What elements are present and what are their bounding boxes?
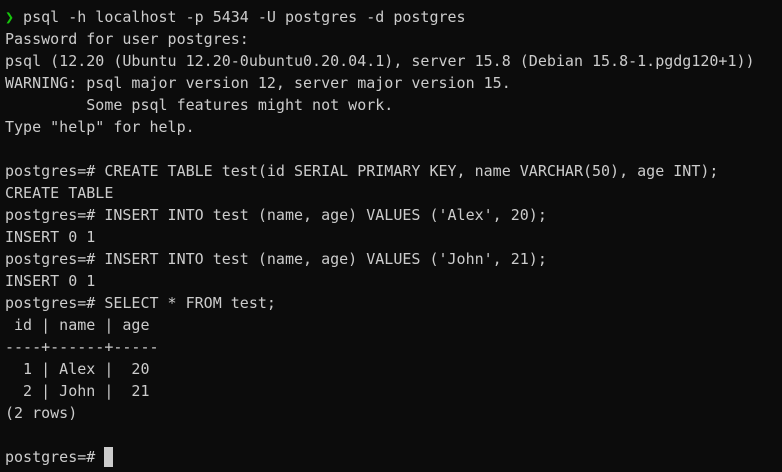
terminal-output-line: INSERT 0 1 <box>5 228 96 246</box>
shell-command-line: ❯ psql -h localhost -p 5434 -U postgres … <box>5 6 777 28</box>
chevron-right-icon: ❯ <box>5 8 15 26</box>
terminal-output-line: INSERT 0 1 <box>5 272 96 290</box>
terminal-output-line: postgres=# INSERT INTO test (name, age) … <box>5 206 547 224</box>
current-prompt-line[interactable]: postgres=# <box>5 446 777 468</box>
terminal-output-line: ----+------+----- <box>5 338 159 356</box>
terminal-output-line: Password for user postgres: <box>5 30 249 48</box>
terminal-output-line: psql (12.20 (Ubuntu 12.20-0ubuntu0.20.04… <box>5 52 755 70</box>
terminal-output-line: postgres=# CREATE TABLE test(id SERIAL P… <box>5 162 719 180</box>
terminal-output-line: 1 | Alex | 20 <box>5 360 150 378</box>
text-cursor[interactable] <box>104 447 114 467</box>
terminal-output-line: Some psql features might not work. <box>5 96 394 114</box>
terminal-output-line: CREATE TABLE <box>5 184 114 202</box>
psql-prompt: postgres=# <box>5 448 105 466</box>
terminal-output-line: (2 rows) <box>5 404 78 422</box>
terminal-output-line: WARNING: psql major version 12, server m… <box>5 74 511 92</box>
terminal-window[interactable]: ❯ psql -h localhost -p 5434 -U postgres … <box>0 0 782 472</box>
terminal-output-line: postgres=# SELECT * FROM test; <box>5 294 276 312</box>
terminal-output-line: postgres=# INSERT INTO test (name, age) … <box>5 250 547 268</box>
terminal-output-line: Type "help" for help. <box>5 118 195 136</box>
terminal-output: Password for user postgres: psql (12.20 (… <box>5 28 777 446</box>
terminal-output-line: id | name | age <box>5 316 159 334</box>
terminal-output-line: 2 | John | 21 <box>5 382 150 400</box>
shell-command-text: psql -h localhost -p 5434 -U postgres -d… <box>14 8 466 26</box>
